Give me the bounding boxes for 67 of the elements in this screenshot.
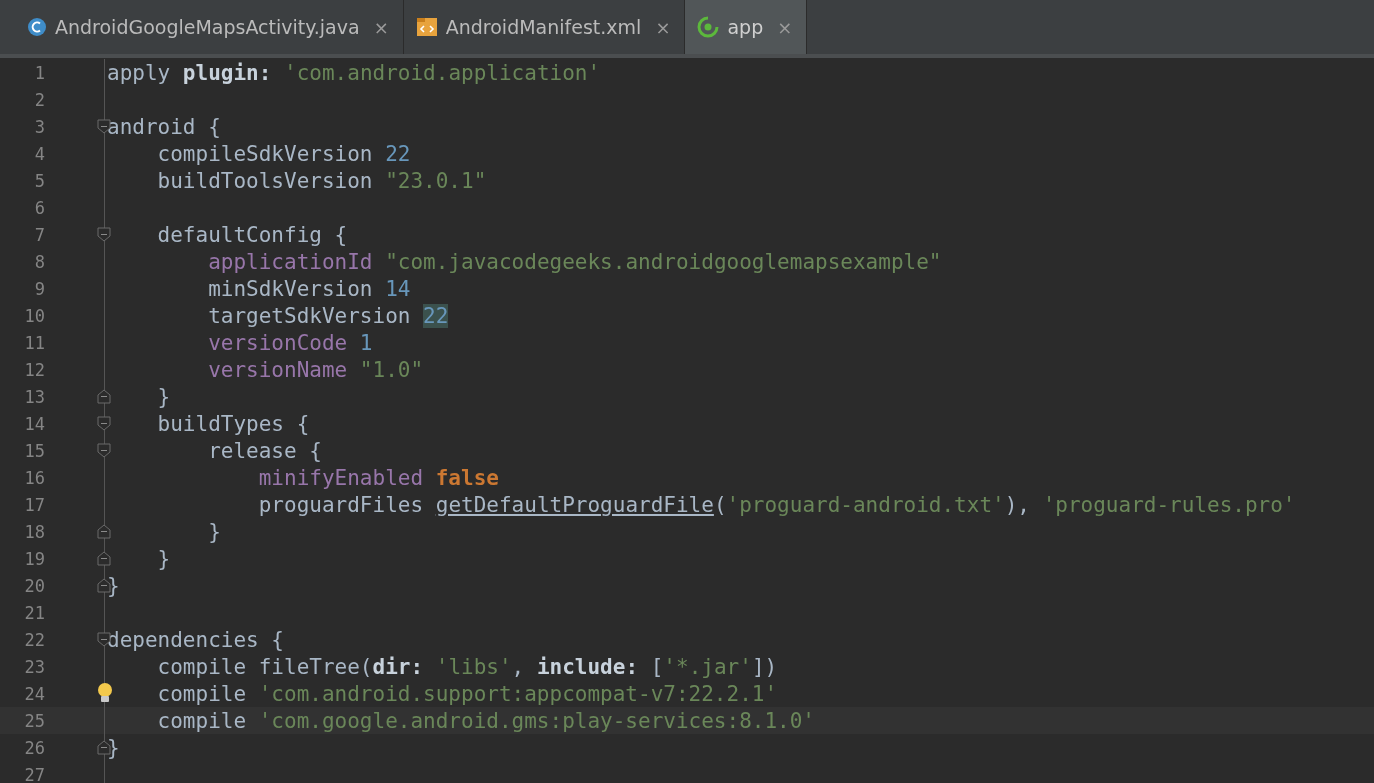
line-number: 23 — [23, 656, 45, 677]
ring-icon — [697, 16, 720, 38]
code-line: defaultConfig { — [156, 222, 348, 247]
line-number: 25 — [23, 710, 45, 731]
code-line: targetSdkVersion 22 — [207, 303, 449, 328]
fold-marker-icon[interactable] — [97, 524, 111, 539]
line-number: 10 — [23, 305, 45, 326]
editor-tab[interactable]: AndroidGoogleMapsActivity.java × — [15, 0, 404, 54]
fold-marker-icon[interactable] — [97, 416, 111, 431]
line-number: 2 — [33, 89, 45, 110]
xml-file-icon — [415, 17, 438, 37]
fold-marker-icon[interactable] — [97, 443, 111, 458]
fold-marker-icon[interactable] — [97, 740, 111, 755]
lightbulb-icon[interactable] — [96, 682, 114, 705]
line-number: 19 — [23, 548, 45, 569]
line-number: 17 — [23, 494, 45, 515]
line-number: 3 — [33, 116, 45, 137]
line-number: 15 — [23, 440, 45, 461]
code-line: minSdkVersion 14 — [207, 276, 411, 301]
code-line: versionCode 1 — [207, 330, 373, 355]
line-number: 22 — [23, 629, 45, 650]
line-number: 16 — [23, 467, 45, 488]
line-number: 26 — [23, 737, 45, 758]
line-number: 4 — [33, 143, 45, 164]
fold-marker-icon[interactable] — [97, 389, 111, 404]
code-line: } — [207, 519, 221, 544]
code-line: apply plugin: 'com.android.application' — [107, 60, 601, 85]
code-line: android { — [107, 114, 221, 139]
code-line: } — [107, 573, 120, 598]
line-number: 11 — [23, 332, 45, 353]
line-number: 7 — [33, 224, 45, 245]
code-line: buildToolsVersion "23.0.1" — [156, 168, 487, 193]
close-tab-button[interactable]: × — [373, 16, 389, 38]
line-number: 27 — [23, 764, 45, 783]
line-number: 8 — [33, 251, 45, 272]
line-number: 5 — [33, 170, 45, 191]
line-number: 12 — [23, 359, 45, 380]
line-number: 21 — [23, 602, 45, 623]
close-tab-button[interactable]: × — [777, 16, 793, 38]
code-line: compileSdkVersion 22 — [156, 141, 411, 166]
code-line: } — [107, 735, 120, 760]
line-number: 6 — [33, 197, 45, 218]
line-number: 13 — [23, 386, 45, 407]
code-line: release { — [207, 438, 322, 463]
code-line: compile fileTree(dir: 'libs', include: ['*.jar']) — [156, 654, 778, 679]
line-number: 9 — [33, 278, 45, 299]
code-line: compile 'com.android.support:appcompat-v7:22.2.1' — [156, 681, 778, 706]
code-line: compile 'com.google.android.gms:play-services:8.1.0' — [156, 708, 815, 733]
class-icon — [27, 17, 47, 37]
fold-marker-icon[interactable] — [97, 227, 111, 242]
code-line: } — [156, 546, 171, 571]
line-number: 1 — [33, 62, 45, 83]
editor-tab[interactable]: app × — [685, 0, 808, 54]
code-line: versionName "1.0" — [207, 357, 424, 382]
line-number: 14 — [23, 413, 45, 434]
code-line: applicationId "com.javacodegeeks.androidgooglemapsexample" — [207, 249, 942, 274]
close-tab-button[interactable]: × — [655, 16, 671, 38]
code-line: } — [156, 384, 171, 409]
fold-marker-icon[interactable] — [97, 551, 111, 566]
fold-marker-icon[interactable] — [97, 578, 111, 593]
line-number: 20 — [23, 575, 45, 596]
code-line: buildTypes { — [156, 411, 310, 436]
line-number: 24 — [23, 683, 45, 704]
code-line: minifyEnabled false — [257, 465, 499, 490]
line-number: 18 — [23, 521, 45, 542]
code-line: proguardFiles getDefaultProguardFile('proguard-android.txt'), 'proguard-rules.pro' — [257, 492, 1296, 517]
code-line: dependencies { — [107, 627, 284, 652]
